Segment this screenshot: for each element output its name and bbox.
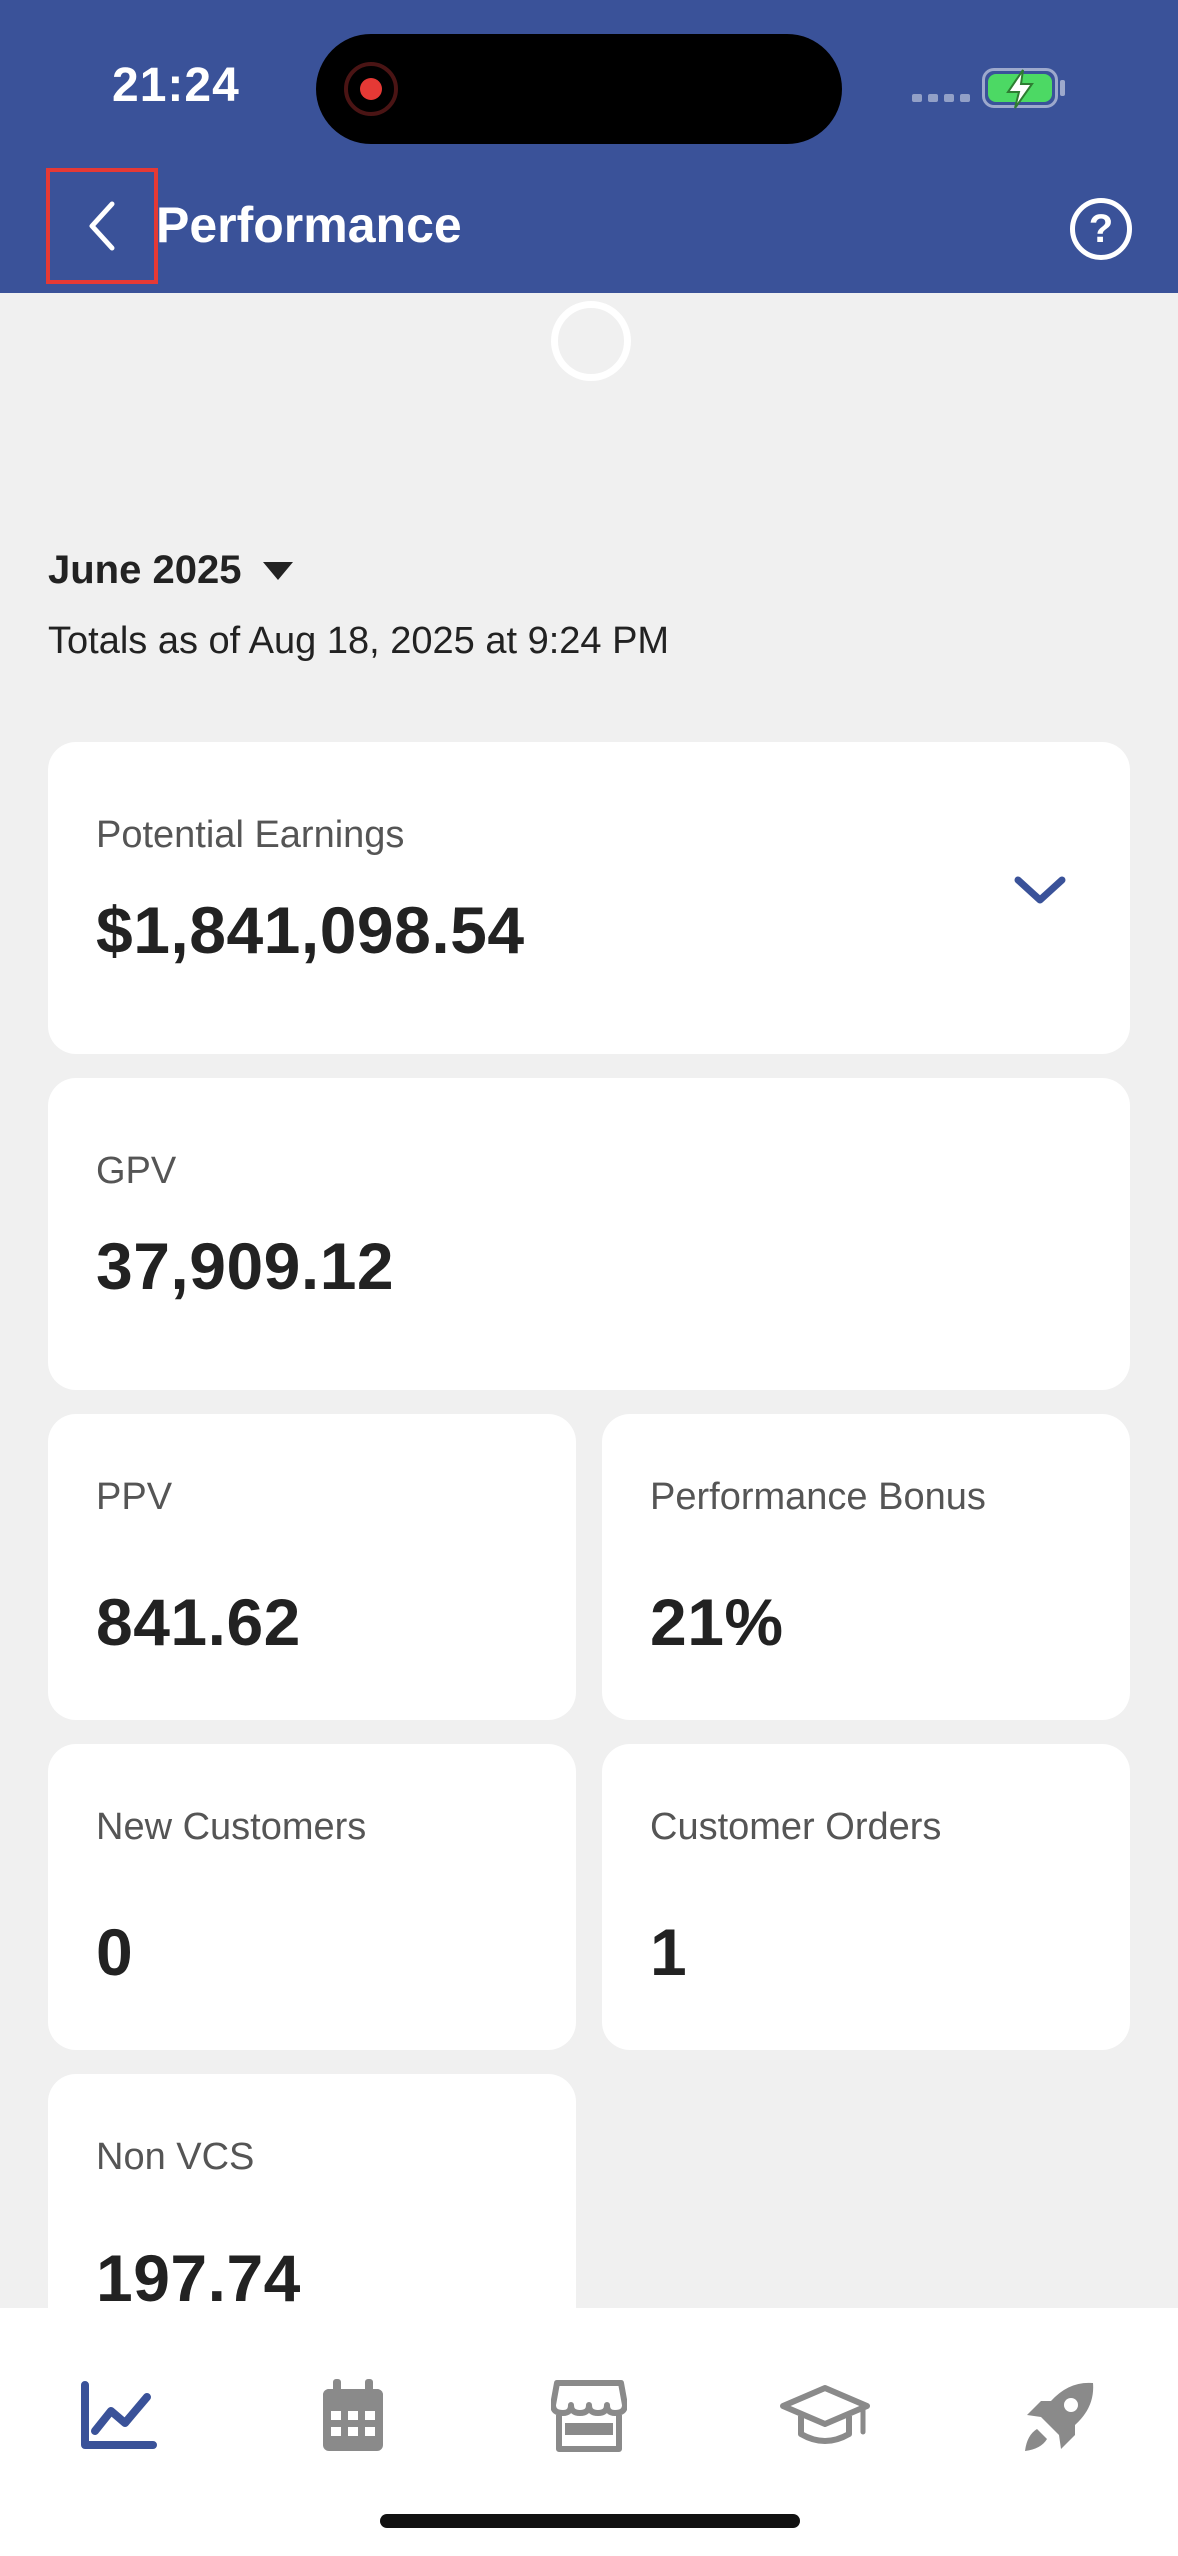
back-button[interactable]	[46, 168, 158, 284]
card-value: 841.62	[96, 1585, 301, 1659]
battery-cap	[1060, 80, 1065, 96]
card-value: $1,841,098.54	[96, 893, 525, 967]
tab-launch[interactable]	[1004, 2362, 1114, 2472]
customer-orders-card: Customer Orders 1	[602, 1744, 1130, 2050]
card-label: Potential Earnings	[96, 814, 405, 856]
card-label: New Customers	[96, 1806, 367, 1848]
help-button[interactable]: ?	[1070, 198, 1132, 260]
card-label: Customer Orders	[650, 1806, 942, 1848]
new-customers-card: New Customers 0	[48, 1744, 576, 2050]
home-indicator	[380, 2514, 800, 2528]
charging-bolt-icon	[1006, 69, 1034, 109]
help-icon: ?	[1088, 206, 1114, 251]
tab-learning[interactable]	[770, 2362, 880, 2472]
chevron-down-icon[interactable]	[1012, 872, 1068, 908]
tab-calendar[interactable]	[298, 2362, 408, 2472]
tab-store[interactable]	[534, 2362, 644, 2472]
recording-icon	[344, 62, 398, 116]
rocket-icon	[1025, 2382, 1094, 2451]
period-label: June 2025	[48, 548, 242, 592]
card-value: 197.74	[96, 2241, 301, 2315]
card-value: 1	[650, 1915, 688, 1989]
gpv-card: GPV 37,909.12	[48, 1078, 1130, 1390]
ppv-card: PPV 841.62	[48, 1414, 576, 1720]
card-value: 21%	[650, 1585, 784, 1659]
caret-down-icon	[263, 561, 294, 580]
card-label: Non VCS	[96, 2136, 255, 2178]
store-icon	[551, 2380, 627, 2452]
page-title: Performance	[156, 197, 462, 253]
card-label: PPV	[96, 1476, 173, 1518]
performance-bonus-card: Performance Bonus 21%	[602, 1414, 1130, 1720]
card-value: 0	[96, 1915, 134, 1989]
status-time: 21:24	[112, 59, 240, 112]
loading-spinner	[551, 301, 631, 381]
card-label: Performance Bonus	[650, 1476, 986, 1518]
graduation-cap-icon	[780, 2385, 870, 2444]
signal-icon	[912, 94, 970, 102]
tab-performance[interactable]	[62, 2362, 172, 2472]
potential-earnings-card[interactable]: Potential Earnings $1,841,098.54	[48, 742, 1130, 1054]
card-value: 37,909.12	[96, 1229, 395, 1303]
chart-line-icon	[81, 2381, 157, 2449]
chevron-left-icon	[89, 201, 115, 251]
top-bar: 21:24 Performance ?	[0, 0, 1178, 293]
calendar-icon	[323, 2379, 383, 2451]
totals-timestamp: Totals as of Aug 18, 2025 at 9:24 PM	[48, 620, 670, 662]
card-label: GPV	[96, 1150, 177, 1192]
period-selector[interactable]: June 2025	[48, 548, 294, 593]
